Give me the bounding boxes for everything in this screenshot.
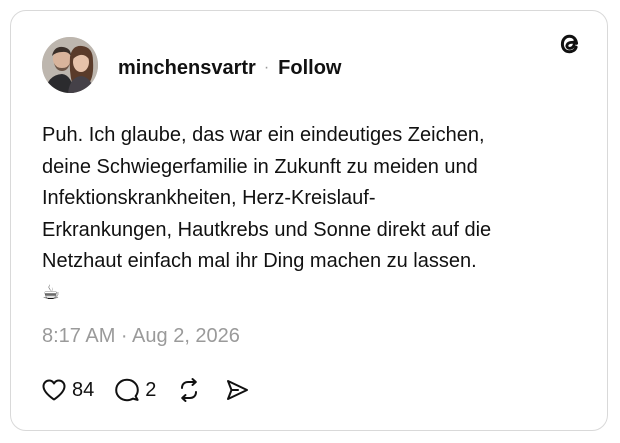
like-count: 84: [72, 378, 95, 401]
post-card: minchensvartr · Follow Puh. Ich glaube, …: [10, 10, 608, 431]
speech-bubble-icon: [114, 377, 140, 403]
share-button[interactable]: [224, 377, 250, 403]
coffee-emoji: ☕: [42, 281, 60, 304]
reply-count: 2: [145, 378, 157, 401]
repost-button[interactable]: [176, 377, 202, 403]
post-body: Puh. Ich glaube, das war ein eindeutiges…: [42, 124, 492, 272]
separator-dot: ·: [263, 59, 270, 76]
timestamp[interactable]: 8:17 AM · Aug 2, 2026: [42, 325, 240, 348]
follow-button[interactable]: Follow: [278, 57, 341, 80]
heart-icon: [41, 378, 67, 402]
send-icon: [224, 377, 250, 403]
action-bar: 84 2: [41, 376, 250, 404]
post-text: Puh. Ich glaube, das war ein eindeutiges…: [42, 120, 582, 309]
threads-logo-icon[interactable]: [555, 29, 585, 59]
repost-icon: [176, 377, 202, 403]
post-header: minchensvartr · Follow: [118, 55, 342, 81]
avatar[interactable]: [42, 37, 98, 93]
like-button[interactable]: 84: [41, 378, 94, 402]
username-link[interactable]: minchensvartr: [118, 57, 256, 80]
reply-button[interactable]: 2: [114, 377, 156, 403]
